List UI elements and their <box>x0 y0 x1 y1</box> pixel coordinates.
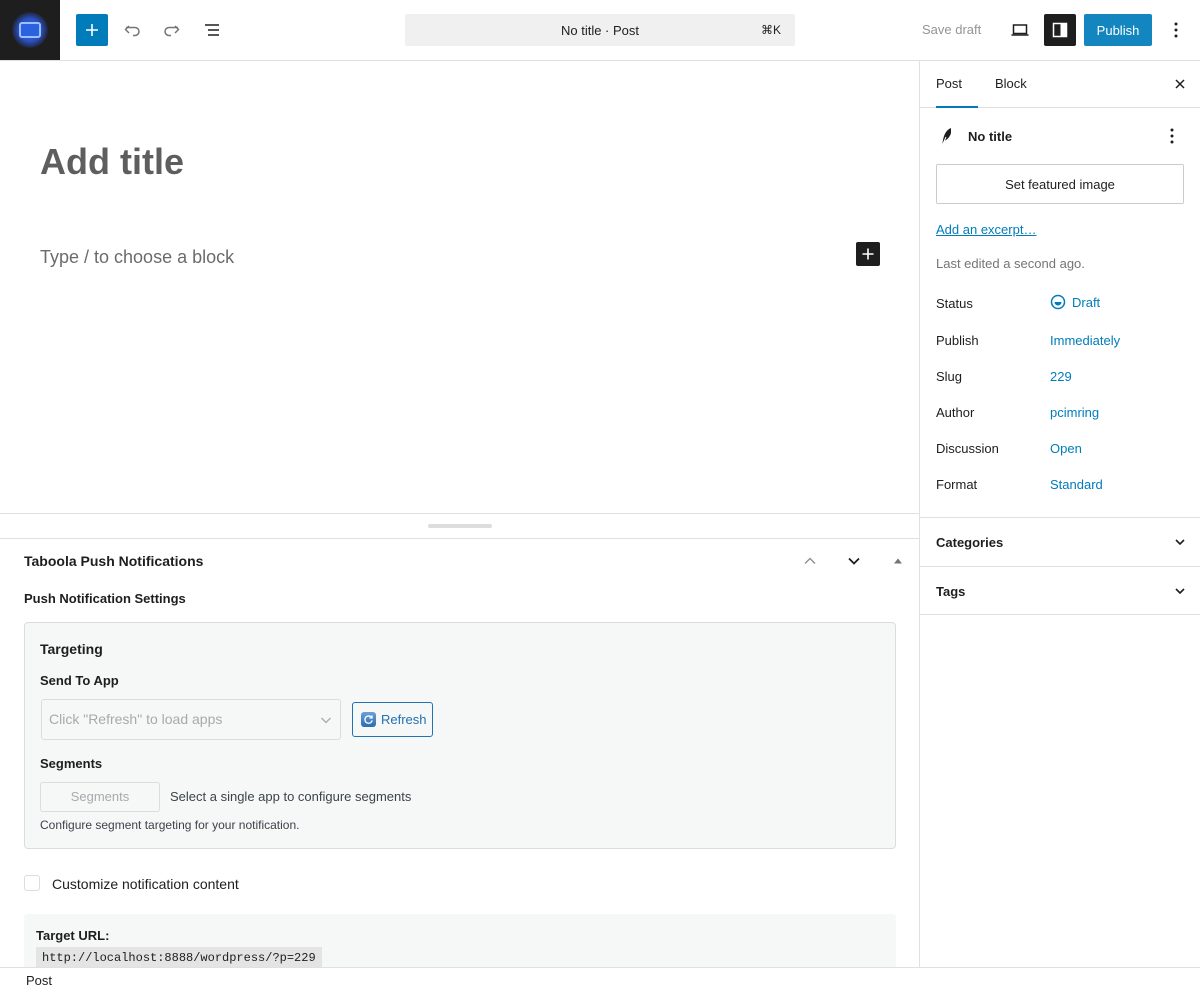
panel-tags[interactable]: Tags <box>920 566 1200 615</box>
block-breadcrumb-bar: Post <box>0 967 1200 992</box>
add-excerpt-link[interactable]: Add an excerpt… <box>936 222 1036 237</box>
document-overview-button[interactable] <box>196 14 228 46</box>
chevron-down-icon <box>848 557 860 565</box>
publish-button[interactable]: Publish <box>1084 14 1152 46</box>
resize-grip[interactable] <box>428 524 492 528</box>
meta-row-publish: Publish Immediately <box>936 331 1186 351</box>
post-summary-title: No title <box>968 129 1013 144</box>
preview-button[interactable] <box>1004 14 1036 46</box>
meta-row-author: Author pcimring <box>936 403 1186 423</box>
slug-button[interactable]: 229 <box>1050 369 1072 384</box>
sidebar-icon <box>1052 22 1068 38</box>
refresh-label: Refresh <box>381 712 427 727</box>
toggle-panel-button[interactable] <box>886 549 910 573</box>
meta-label: Author <box>936 405 975 420</box>
targeting-section: Targeting Send To App Click "Refresh" to… <box>24 622 896 849</box>
target-url-value: http://localhost:8888/wordpress/?p=229 <box>36 947 322 967</box>
post-type-icon <box>936 125 960 152</box>
refresh-icon <box>361 712 376 727</box>
app-select-placeholder: Click "Refresh" to load apps <box>49 711 223 727</box>
settings-toggle-button[interactable] <box>1044 14 1076 46</box>
more-vertical-icon <box>1170 128 1174 144</box>
metabox-resize-handle[interactable] <box>0 513 919 539</box>
meta-row-discussion: Discussion Open <box>936 439 1186 459</box>
breadcrumb-post[interactable]: Post <box>26 973 52 988</box>
metabox-taboola: Taboola Push Notifications Push Notifica… <box>0 539 919 967</box>
list-view-icon <box>205 24 219 36</box>
customize-content-checkbox[interactable] <box>24 875 40 891</box>
meta-row-status: Status Draft <box>936 294 1186 314</box>
meta-label: Publish <box>936 333 979 348</box>
plus-icon <box>862 248 874 260</box>
panel-title: Tags <box>936 584 966 599</box>
chevron-down-icon <box>321 717 331 724</box>
meta-row-slug: Slug 229 <box>936 367 1186 387</box>
command-bar-label: No title · Post <box>560 22 640 38</box>
settings-sidebar: Post Block No title Set featured image A… <box>919 61 1200 967</box>
panel-title: Categories <box>936 535 1004 550</box>
command-shortcut: ⌘K <box>760 23 781 37</box>
redo-button[interactable] <box>156 14 188 46</box>
segments-hint: Select a single app to configure segment… <box>170 789 412 804</box>
meta-label: Status <box>936 296 973 311</box>
plus-icon <box>86 24 98 36</box>
undo-icon <box>124 25 140 37</box>
meta-row-format: Format Standard <box>936 475 1186 495</box>
targeting-heading: Targeting <box>40 641 103 657</box>
customize-content-label[interactable]: Customize notification content <box>52 876 239 892</box>
save-draft-button[interactable]: Save draft <box>912 14 991 46</box>
meta-label: Discussion <box>936 441 999 456</box>
target-url-label: Target URL: <box>36 928 110 943</box>
tab-block[interactable]: Block <box>995 61 1027 108</box>
site-icon-button[interactable] <box>0 0 60 60</box>
editor-header: No title · Post ⌘K Save draft Publish <box>0 0 1200 61</box>
meta-label: Format <box>936 477 978 492</box>
send-to-app-label: Send To App <box>40 673 119 688</box>
panel-categories[interactable]: Categories <box>920 517 1200 566</box>
meta-value: Draft <box>1072 294 1101 310</box>
close-sidebar-button[interactable] <box>1169 73 1191 95</box>
refresh-apps-button[interactable]: Refresh <box>352 702 433 737</box>
move-up-button[interactable] <box>798 549 822 573</box>
segments-description: Configure segment targeting for your not… <box>40 818 300 832</box>
move-down-button[interactable] <box>842 549 866 573</box>
format-button[interactable]: Standard <box>1050 477 1103 492</box>
chevron-up-icon <box>804 557 816 565</box>
set-featured-image-button[interactable]: Set featured image <box>936 164 1184 204</box>
post-actions-button[interactable] <box>1162 125 1182 147</box>
command-palette-bar[interactable]: No title · Post ⌘K <box>405 14 795 46</box>
target-url-section: Target URL: http://localhost:8888/wordpr… <box>24 914 896 967</box>
discussion-button[interactable]: Open <box>1050 441 1082 456</box>
desktop-icon <box>1011 24 1029 36</box>
close-icon <box>1175 79 1185 89</box>
draft-status-icon <box>1050 294 1066 310</box>
sidebar-tabs: Post Block <box>920 61 1200 108</box>
site-logo-icon <box>12 12 48 48</box>
chevron-down-icon <box>1175 539 1185 546</box>
block-inserter-button[interactable] <box>76 14 108 46</box>
undo-button[interactable] <box>116 14 148 46</box>
redo-icon <box>164 25 180 37</box>
segments-label: Segments <box>40 756 103 771</box>
status-button[interactable]: Draft <box>1050 294 1100 310</box>
app-select[interactable]: Click "Refresh" to load apps <box>41 699 341 740</box>
meta-label: Slug <box>936 369 963 384</box>
tab-post[interactable]: Post <box>936 61 978 108</box>
default-block-appender[interactable]: Type / to choose a block <box>40 247 234 268</box>
editor-canvas: Add title Type / to choose a block <box>0 61 919 513</box>
chevron-down-icon <box>1175 588 1185 595</box>
metabox-title: Taboola Push Notifications <box>24 553 204 569</box>
add-block-button[interactable] <box>856 242 880 266</box>
last-edited-text: Last edited a second ago. <box>936 256 1085 271</box>
options-menu-button[interactable] <box>1160 14 1192 46</box>
segments-button[interactable]: Segments <box>40 782 160 812</box>
post-title-input[interactable]: Add title <box>40 141 184 183</box>
more-vertical-icon <box>1174 22 1178 38</box>
caret-up-icon <box>894 558 902 564</box>
settings-heading: Push Notification Settings <box>24 591 186 606</box>
author-button[interactable]: pcimring <box>1050 405 1099 420</box>
publish-date-button[interactable]: Immediately <box>1050 333 1120 348</box>
